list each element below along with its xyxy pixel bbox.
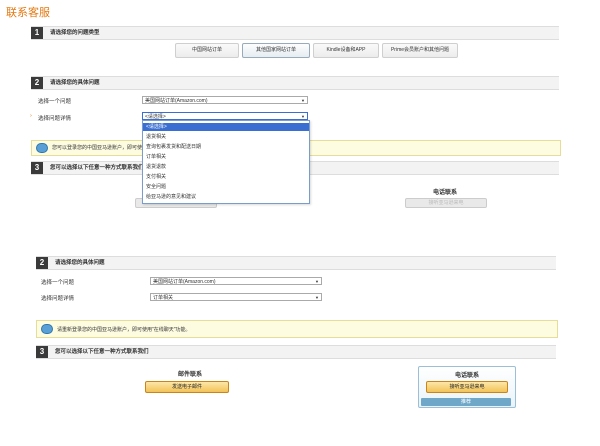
dropdown-option[interactable]: 退货退款 bbox=[143, 163, 309, 171]
detail-select-bottom[interactable]: 订单相关 ▼ bbox=[150, 293, 322, 301]
dropdown-option[interactable]: 支付相关 bbox=[143, 173, 309, 181]
issue-type-china-orders[interactable]: 中国网站订单 bbox=[175, 43, 239, 58]
phone-heading-bottom: 电话联系 bbox=[454, 373, 479, 379]
step3-label-bottom: 您可以选择以下任意一种方式联系我们 bbox=[55, 349, 149, 355]
issue-type-prime[interactable]: Prime会员账户和其他问题 bbox=[382, 43, 458, 58]
chevron-down-icon: ▼ bbox=[315, 295, 319, 300]
question-select-value-bottom: 美国网站订单(Amazon.com) bbox=[153, 279, 216, 285]
dropdown-option[interactable]: 安全问题 bbox=[143, 183, 309, 191]
step3-number-top: 3 bbox=[31, 162, 43, 174]
chat-bubble-icon bbox=[41, 324, 53, 334]
login-notice-text-top: 您可以登录您的中国亚马逊账户，即可使用 bbox=[52, 145, 148, 151]
dropdown-option[interactable]: 退货相关 bbox=[143, 133, 309, 141]
phone-heading-top: 电话联系 bbox=[432, 190, 457, 196]
detail-label-top: 选择问题详情 bbox=[38, 116, 72, 122]
dropdown-option[interactable]: 查询包裹发货和配送日期 bbox=[143, 143, 309, 151]
step3-number-bottom: 3 bbox=[36, 346, 48, 358]
question-select-bottom[interactable]: 美国网站订单(Amazon.com) ▼ bbox=[150, 277, 322, 285]
step1-label: 请选择您的问题类型 bbox=[50, 30, 100, 36]
dropdown-option[interactable]: <请选择> bbox=[143, 123, 309, 131]
step2-header-top: 2 请选择您的具体问题 bbox=[31, 76, 559, 90]
question-select-value-top: 美国网站订单(Amazon.com) bbox=[145, 98, 208, 104]
detail-dropdown-list[interactable]: <请选择> 退货相关 查询包裹发货和配送日期 订单相关 退货退款 支付相关 安全… bbox=[142, 120, 310, 204]
dropdown-option[interactable]: 给亚马逊的意见和建议 bbox=[143, 193, 309, 201]
step1-header: 1 请选择您的问题类型 bbox=[31, 26, 559, 40]
step2-label-bottom: 请选择您的具体问题 bbox=[55, 260, 105, 266]
phone-call-button-bottom[interactable]: 接听亚马逊来电 bbox=[426, 381, 508, 393]
detail-label-bottom: 选择问题详情 bbox=[41, 296, 75, 302]
issue-type-kindle[interactable]: Kindle设备和APP bbox=[313, 43, 379, 58]
chevron-down-icon: ▼ bbox=[315, 279, 319, 284]
issue-type-other-country-orders[interactable]: 其他国家网站订单 bbox=[242, 43, 310, 58]
step2-label-top: 请选择您的具体问题 bbox=[50, 80, 100, 86]
phone-contact-card: 电话联系 接听亚马逊来电 推荐 bbox=[418, 366, 516, 408]
step3-label-top: 您可以选择以下任意一种方式联系我们 bbox=[50, 165, 144, 171]
step1-number: 1 bbox=[31, 27, 43, 39]
question-label-top: 选择一个问题 bbox=[38, 99, 72, 105]
step2-number-bottom: 2 bbox=[36, 257, 48, 269]
page-title: 联系客服 bbox=[6, 7, 50, 19]
chevron-down-icon: ▼ bbox=[301, 98, 305, 103]
login-notice-bottom: 请重新登录您的中国亚马逊账户，即可使用"在线聊天"功能。 bbox=[36, 320, 558, 338]
step3-header-bottom: 3 您可以选择以下任意一种方式联系我们 bbox=[36, 345, 556, 359]
detail-select-top[interactable]: <请选择> ▼ bbox=[142, 112, 308, 120]
phone-call-button-top[interactable]: 接听亚马逊来电 bbox=[405, 198, 487, 208]
email-heading: 邮件联系 bbox=[177, 372, 202, 378]
step2-header-bottom: 2 请选择您的具体问题 bbox=[36, 256, 556, 270]
login-notice-text-bottom: 请重新登录您的中国亚马逊账户，即可使用"在线聊天"功能。 bbox=[57, 327, 191, 333]
recommended-badge: 推荐 bbox=[421, 398, 511, 406]
detail-arrow-icon: › bbox=[30, 113, 32, 119]
detail-select-value-bottom: 订单相关 bbox=[153, 295, 174, 301]
question-select-top[interactable]: 美国网站订单(Amazon.com) ▼ bbox=[142, 96, 308, 104]
chat-bubble-icon bbox=[36, 143, 48, 153]
question-label-bottom: 选择一个问题 bbox=[41, 280, 75, 286]
step2-number-top: 2 bbox=[31, 77, 43, 89]
send-email-button[interactable]: 发送电子邮件 bbox=[145, 381, 229, 393]
dropdown-option[interactable]: 订单相关 bbox=[143, 153, 309, 161]
